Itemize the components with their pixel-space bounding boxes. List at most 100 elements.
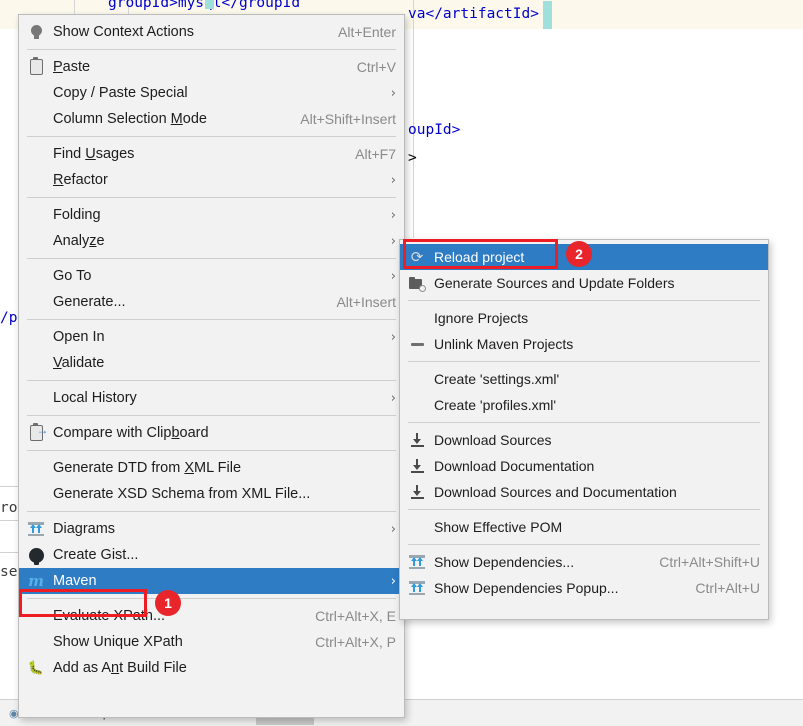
submenu-separator [408, 300, 760, 301]
annotation-badge-2: 2 [566, 241, 592, 267]
menu-item-generate-xsd[interactable]: Generate XSD Schema from XML File... [19, 481, 404, 507]
menu-item-create-gist[interactable]: Create Gist... [19, 542, 404, 568]
annotation-badge-1: 1 [155, 590, 181, 616]
submenu-item-show-dependencies[interactable]: Show Dependencies... Ctrl+Alt+Shift+U [400, 549, 768, 575]
editor-context-menu[interactable]: Show Context Actions Alt+Enter Paste Ctr… [18, 14, 405, 718]
submenu-item-create-settings-xml[interactable]: Create 'settings.xml' [400, 366, 768, 392]
menu-item-label: Show Context Actions [53, 24, 195, 40]
menu-item-validate[interactable]: Validate [19, 350, 404, 376]
no-icon [25, 607, 47, 625]
maven-submenu[interactable]: ⟳ Reload project Generate Sources and Up… [399, 239, 769, 620]
submenu-item-label: Create 'profiles.xml' [434, 397, 557, 413]
chevron-right-icon: › [390, 329, 396, 345]
submenu-item-create-profiles-xml[interactable]: Create 'profiles.xml' [400, 392, 768, 418]
menu-item-label: Evaluate XPath... [53, 608, 166, 624]
menu-item-label: Generate... [53, 294, 126, 310]
no-icon [25, 389, 47, 407]
no-icon [25, 267, 47, 285]
no-icon [25, 354, 47, 372]
submenu-item-show-effective-pom[interactable]: Show Effective POM [400, 514, 768, 540]
diagrams-icon [406, 579, 428, 597]
submenu-item-shortcut: Ctrl+Alt+Shift+U [659, 554, 760, 570]
menu-item-evaluate-xpath[interactable]: Evaluate XPath... Ctrl+Alt+X, E [19, 603, 404, 629]
menu-item-shortcut: Alt+F7 [355, 146, 396, 162]
no-icon [406, 370, 428, 388]
submenu-separator [408, 509, 760, 510]
menu-separator [27, 598, 396, 599]
submenu-item-label: Ignore Projects [434, 310, 529, 326]
submenu-item-show-dependencies-popup[interactable]: Show Dependencies Popup... Ctrl+Alt+U [400, 575, 768, 601]
menu-item-diagrams[interactable]: Diagrams › [19, 516, 404, 542]
download-icon [406, 457, 428, 475]
menu-item-label: Maven [53, 573, 97, 589]
menu-item-maven[interactable]: m Maven › [19, 568, 404, 594]
chevron-right-icon: › [390, 390, 396, 406]
menu-item-label: Generate DTD from XML File [53, 460, 242, 476]
menu-item-show-context-actions[interactable]: Show Context Actions Alt+Enter [19, 19, 404, 45]
download-icon [406, 431, 428, 449]
submenu-item-label: Show Effective POM [434, 519, 563, 535]
submenu-item-label: Download Documentation [434, 458, 595, 474]
menu-item-label: Show Unique XPath [53, 634, 183, 650]
unlink-icon [406, 335, 428, 353]
no-icon [25, 633, 47, 651]
menu-separator [27, 319, 396, 320]
code-line-3: > [408, 150, 417, 166]
selection-marker [205, 0, 214, 9]
no-icon [25, 485, 47, 503]
submenu-item-download-sources[interactable]: Download Sources [400, 427, 768, 453]
menu-item-label: Create Gist... [53, 547, 139, 563]
submenu-item-download-sources-and-documentation[interactable]: Download Sources and Documentation [400, 479, 768, 505]
chevron-right-icon: › [390, 233, 396, 249]
menu-item-compare-with-clipboard[interactable]: Compare with Clipboard [19, 420, 404, 446]
menu-item-paste[interactable]: Paste Ctrl+V [19, 54, 404, 80]
menu-item-show-unique-xpath[interactable]: Show Unique XPath Ctrl+Alt+X, P [19, 629, 404, 655]
no-icon [25, 459, 47, 477]
menu-separator [27, 450, 396, 451]
menu-item-label: Find Usages [53, 146, 135, 162]
diagrams-icon [25, 520, 47, 538]
menu-item-label: Compare with Clipboard [53, 425, 209, 441]
submenu-item-ignore-projects[interactable]: Ignore Projects [400, 305, 768, 331]
menu-item-generate[interactable]: Generate... Alt+Insert [19, 289, 404, 315]
no-icon [25, 145, 47, 163]
menu-separator [27, 258, 396, 259]
maven-icon: m [28, 571, 44, 590]
submenu-item-generate-sources[interactable]: Generate Sources and Update Folders [400, 270, 768, 296]
menu-item-shortcut: Ctrl+V [356, 59, 396, 75]
menu-item-label: Diagrams [53, 521, 116, 537]
submenu-item-label: Download Sources [434, 432, 552, 448]
github-icon [25, 546, 47, 565]
menu-item-local-history[interactable]: Local History › [19, 385, 404, 411]
menu-item-label: Generate XSD Schema from XML File... [53, 486, 311, 502]
menu-item-shortcut: Alt+Shift+Insert [300, 111, 396, 127]
menu-item-analyze[interactable]: Analyze › [19, 228, 404, 254]
code-line-4: /p [0, 310, 18, 326]
compare-clipboard-icon [25, 423, 49, 442]
diagrams-icon [406, 553, 428, 571]
submenu-separator [408, 544, 760, 545]
menu-item-folding[interactable]: Folding › [19, 202, 404, 228]
submenu-item-label: Reload project [434, 249, 525, 265]
menu-item-copy-paste-special[interactable]: Copy / Paste Special › [19, 80, 404, 106]
menu-item-go-to[interactable]: Go To › [19, 263, 404, 289]
menu-item-open-in[interactable]: Open In › [19, 324, 404, 350]
menu-item-refactor[interactable]: Refactor › [19, 167, 404, 193]
menu-item-column-selection-mode[interactable]: Column Selection Mode Alt+Shift+Insert [19, 106, 404, 132]
menu-item-generate-dtd[interactable]: Generate DTD from XML File [19, 455, 404, 481]
menu-separator [27, 136, 396, 137]
menu-item-add-as-ant-build-file[interactable]: 🐛 Add as Ant Build File [19, 655, 404, 681]
menu-item-label: Add as Ant Build File [53, 660, 187, 676]
menu-item-label: Open In [53, 329, 105, 345]
no-icon [25, 110, 47, 128]
no-icon [406, 396, 428, 414]
chevron-right-icon: › [390, 521, 396, 537]
chevron-right-icon: › [390, 207, 396, 223]
submenu-item-download-documentation[interactable]: Download Documentation [400, 453, 768, 479]
submenu-item-label: Generate Sources and Update Folders [434, 275, 675, 291]
submenu-item-unlink-maven-projects[interactable]: Unlink Maven Projects [400, 331, 768, 357]
menu-item-label: Copy / Paste Special [53, 85, 188, 101]
submenu-separator [408, 422, 760, 423]
menu-item-shortcut: Alt+Enter [338, 24, 396, 40]
menu-item-find-usages[interactable]: Find Usages Alt+F7 [19, 141, 404, 167]
